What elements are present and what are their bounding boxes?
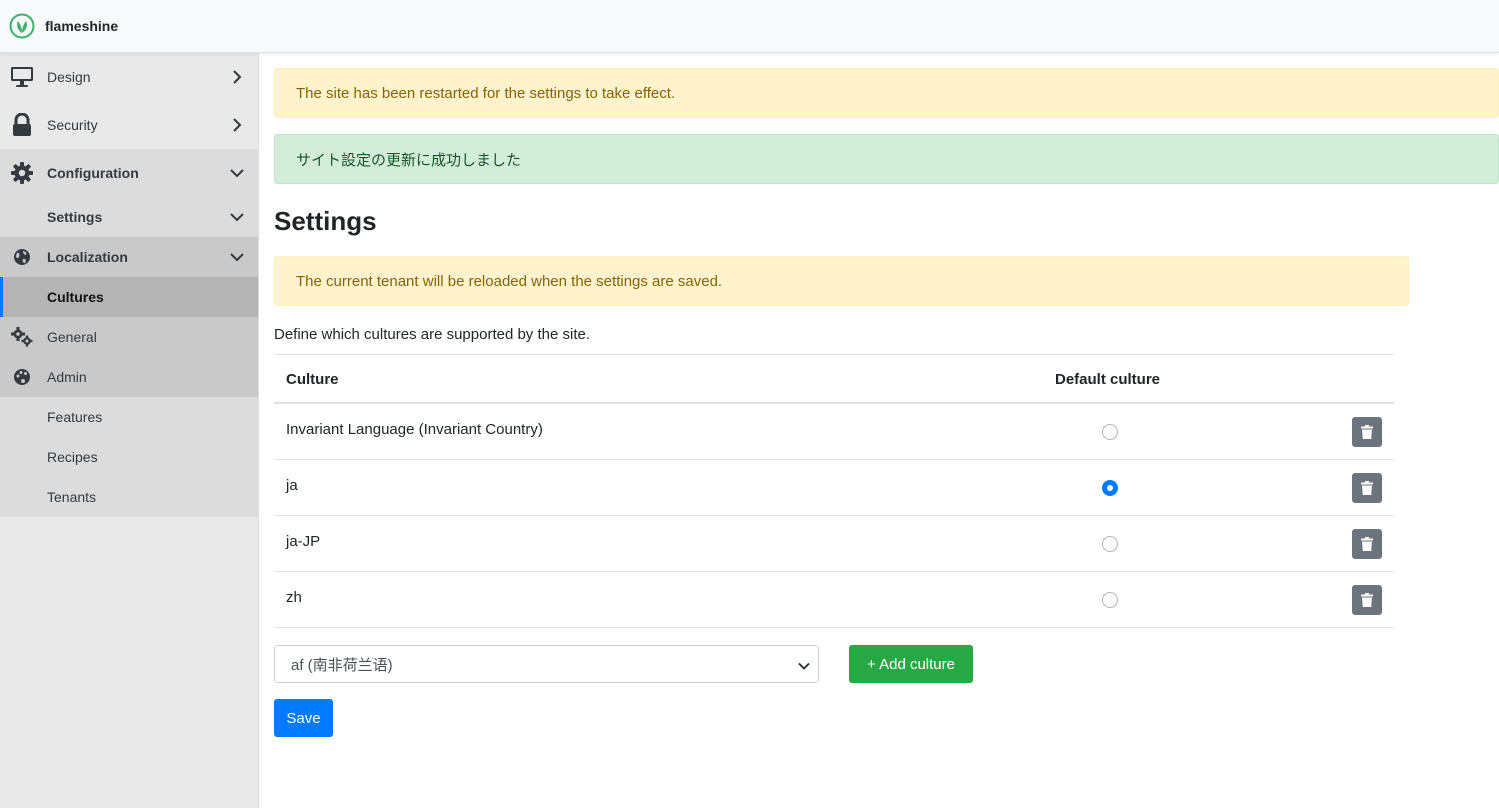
delete-culture-button[interactable] (1352, 473, 1382, 503)
brand-logo-icon[interactable] (9, 13, 35, 39)
sidebar-item-label: Admin (47, 369, 87, 385)
localization-group: Localization Cultures General Admin (0, 237, 258, 397)
delete-culture-button[interactable] (1352, 417, 1382, 447)
table-row: ja-JP (274, 516, 1394, 572)
chevron-down-icon (230, 210, 244, 224)
trash-icon (1361, 537, 1373, 551)
sidebar-item-admin[interactable]: Admin (0, 357, 258, 397)
sidebar-item-label: Localization (47, 249, 128, 265)
table-row: ja (274, 460, 1394, 516)
delete-culture-button[interactable] (1352, 585, 1382, 615)
sidebar-item-localization[interactable]: Localization (0, 237, 258, 277)
default-culture-radio[interactable] (1102, 480, 1118, 496)
gears-icon (11, 326, 33, 348)
alert-text: The site has been restarted for the sett… (296, 84, 676, 102)
chevron-down-icon (230, 250, 244, 264)
table-row: Invariant Language (Invariant Country) (274, 404, 1394, 460)
culture-name: Invariant Language (Invariant Country) (286, 421, 543, 438)
header-culture: Culture (286, 371, 339, 388)
sidebar-item-label: Design (47, 69, 91, 85)
success-alert: サイト設定の更新に成功しました (274, 134, 1499, 184)
page-title: Settings (274, 206, 377, 236)
sidebar-item-label: Features (47, 409, 103, 425)
configuration-subitems: Features Recipes Tenants (0, 397, 258, 517)
delete-culture-button[interactable] (1352, 529, 1382, 559)
cultures-table: Culture Default culture Invariant Langua… (274, 354, 1394, 628)
lock-icon (9, 112, 35, 138)
alert-text: The current tenant will be reloaded when… (296, 272, 723, 290)
configuration-group: Configuration Settings Localization Cult… (0, 149, 258, 517)
trash-icon (1361, 481, 1373, 495)
trash-icon (1361, 593, 1373, 607)
selected-culture: af (南非荷兰语) (291, 656, 393, 674)
table-row: zh (274, 572, 1394, 628)
sidebar-item-label: Settings (47, 209, 103, 225)
sidebar-item-cultures[interactable]: Cultures (0, 277, 258, 317)
sidebar-item-security[interactable]: Security (0, 101, 258, 149)
table-header: Culture Default culture (274, 354, 1394, 404)
sidebar-item-label: Security (47, 117, 98, 133)
alert-text: サイト設定の更新に成功しました (296, 151, 522, 169)
sidebar-item-label: Tenants (47, 489, 97, 505)
chevron-right-icon (230, 118, 244, 132)
sidebar-item-general[interactable]: General (0, 317, 258, 357)
header-default-culture: Default culture (1055, 371, 1161, 388)
sidebar-item-tenants[interactable]: Tenants (0, 477, 258, 517)
sidebar-item-configuration[interactable]: Configuration (0, 149, 258, 197)
chevron-right-icon (230, 70, 244, 84)
culture-select[interactable]: af (南非荷兰语) (274, 645, 819, 683)
chevron-down-icon (230, 166, 244, 180)
top-bar: flameshine (0, 0, 1499, 53)
add-culture-button[interactable]: + Add culture (849, 645, 973, 683)
reload-alert: The current tenant will be reloaded when… (274, 256, 1409, 306)
sidebar-item-label: Configuration (47, 165, 139, 181)
sidebar-item-settings[interactable]: Settings (0, 197, 258, 237)
brand-name[interactable]: flameshine (45, 18, 118, 34)
gear-icon (9, 160, 35, 186)
sidebar-item-design[interactable]: Design (0, 53, 258, 101)
trash-icon (1361, 425, 1373, 439)
sidebar-item-recipes[interactable]: Recipes (0, 437, 258, 477)
culture-name: ja-JP (286, 533, 321, 550)
cultures-description: Define which cultures are supported by t… (274, 326, 591, 343)
save-button[interactable]: Save (274, 699, 333, 737)
sidebar-item-label: Recipes (47, 449, 98, 465)
sidebar-item-label: General (47, 329, 97, 345)
palette-icon (11, 366, 33, 388)
default-culture-radio[interactable] (1102, 592, 1118, 608)
sidebar: Design Security Configuration Settings L… (0, 53, 259, 808)
globe-icon (11, 246, 33, 268)
culture-name: zh (286, 589, 302, 606)
default-culture-radio[interactable] (1102, 424, 1118, 440)
sidebar-item-features[interactable]: Features (0, 397, 258, 437)
culture-name: ja (286, 477, 298, 494)
chevron-down-icon (798, 659, 810, 671)
sidebar-item-label: Cultures (47, 289, 104, 305)
monitor-icon (9, 64, 35, 90)
restart-alert: The site has been restarted for the sett… (274, 68, 1499, 118)
default-culture-radio[interactable] (1102, 536, 1118, 552)
